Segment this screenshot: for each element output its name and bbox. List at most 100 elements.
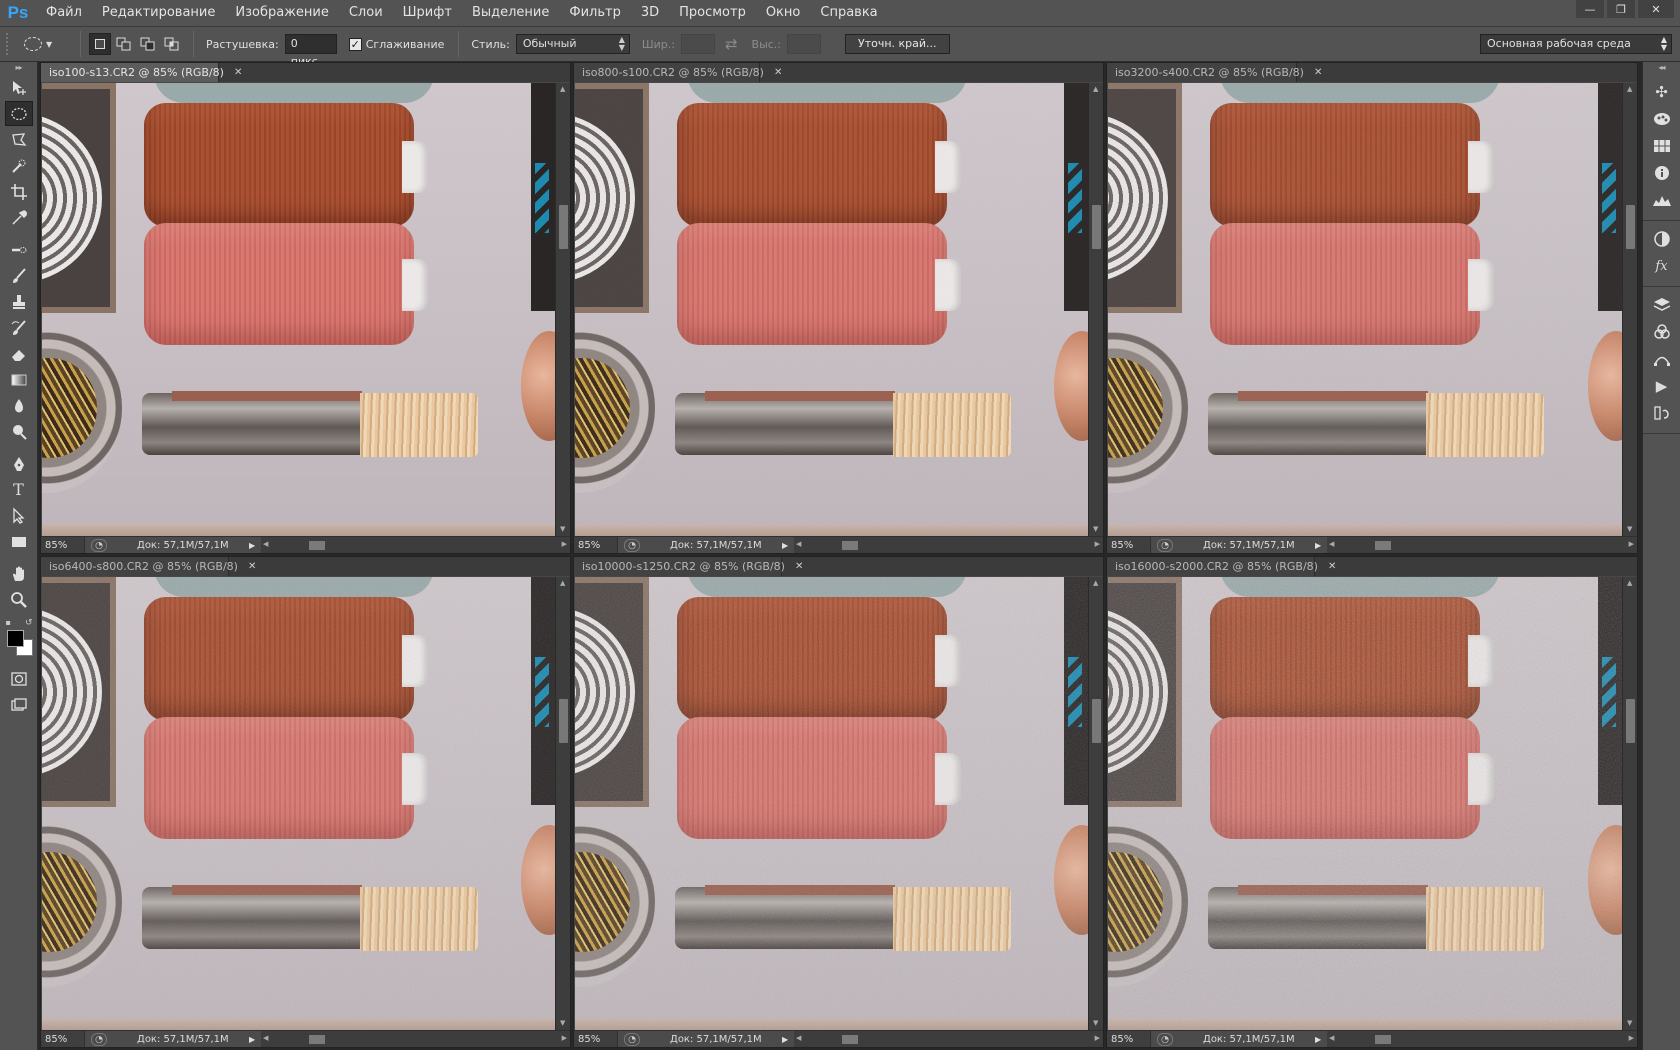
vertical-scroll-thumb[interactable] (1626, 205, 1635, 249)
path-selection-icon[interactable] (5, 503, 33, 528)
swatches-icon[interactable] (1648, 133, 1676, 159)
export-icon[interactable]: ◔ (91, 539, 107, 552)
brush-icon[interactable] (5, 263, 33, 288)
menu-layers[interactable]: Слои (339, 0, 393, 26)
zoom-level[interactable]: 85% (41, 1031, 85, 1047)
height-input[interactable] (787, 34, 822, 54)
horizontal-scroll-thumb[interactable] (309, 1035, 325, 1044)
vertical-scrollbar[interactable]: ▲ ▼ (555, 83, 570, 536)
document-tab[interactable]: iso3200-s400.CR2 @ 85% (RGB/8) ✕ (1107, 63, 1322, 82)
add-to-selection-button[interactable] (113, 33, 135, 55)
horizontal-scrollbar[interactable]: ◀ ▶ (794, 1031, 1103, 1047)
close-tab-icon[interactable]: ✕ (1328, 557, 1336, 576)
horizontal-scrollbar[interactable]: ◀ ▶ (261, 537, 570, 553)
horizontal-scrollbar[interactable]: ◀ ▶ (1327, 1031, 1637, 1047)
paths-icon[interactable] (1648, 346, 1676, 372)
tool-preset-picker[interactable]: ▼ (20, 32, 62, 56)
scroll-up-icon[interactable]: ▲ (560, 85, 565, 93)
scroll-down-icon[interactable]: ▼ (1093, 1019, 1098, 1027)
close-tab-icon[interactable]: ✕ (774, 63, 782, 82)
antialias-checkbox[interactable]: ✓ (348, 37, 362, 51)
status-menu-arrow-icon[interactable]: ▶ (1315, 541, 1327, 550)
close-button[interactable]: ✕ (1638, 0, 1674, 18)
clone-stamp-icon[interactable] (5, 289, 33, 314)
scroll-left-icon[interactable]: ◀ (1329, 540, 1334, 548)
zoom-level[interactable]: 85% (574, 537, 618, 553)
vertical-scroll-thumb[interactable] (1092, 205, 1101, 249)
spot-healing-icon[interactable] (5, 237, 33, 262)
rectangle-icon[interactable] (5, 529, 33, 554)
scroll-up-icon[interactable]: ▲ (1627, 85, 1632, 93)
scroll-up-icon[interactable]: ▲ (1627, 579, 1632, 587)
status-menu-arrow-icon[interactable]: ▶ (782, 541, 794, 550)
restore-button[interactable]: ❐ (1607, 0, 1635, 18)
vertical-scrollbar[interactable]: ▲ ▼ (1088, 577, 1103, 1030)
scroll-down-icon[interactable]: ▼ (560, 1019, 565, 1027)
scroll-left-icon[interactable]: ◀ (263, 1034, 268, 1042)
menu-help[interactable]: Справка (810, 0, 887, 26)
menu-image[interactable]: Изображение (225, 0, 338, 26)
vertical-scrollbar[interactable]: ▲ ▼ (1088, 83, 1103, 536)
menu-type[interactable]: Шрифт (393, 0, 462, 26)
export-icon[interactable]: ◔ (624, 539, 640, 552)
menu-edit[interactable]: Редактирование (92, 0, 225, 26)
scroll-left-icon[interactable]: ◀ (796, 540, 801, 548)
document-tab[interactable]: iso10000-s1250.CR2 @ 85% (RGB/8) ✕ (574, 557, 803, 576)
eraser-icon[interactable] (5, 341, 33, 366)
status-menu-arrow-icon[interactable]: ▶ (249, 1035, 261, 1044)
type-icon[interactable]: T (5, 477, 33, 502)
pen-icon[interactable] (5, 451, 33, 476)
export-icon[interactable]: ◔ (91, 1033, 107, 1046)
width-input[interactable] (680, 34, 715, 54)
scroll-right-icon[interactable]: ▶ (1629, 1034, 1634, 1042)
menu-filter[interactable]: Фильтр (559, 0, 630, 26)
styles-icon[interactable]: fx (1648, 253, 1676, 279)
color-icon[interactable] (1648, 106, 1676, 132)
menu-3d[interactable]: 3D (631, 0, 669, 26)
close-tab-icon[interactable]: ✕ (1314, 63, 1322, 82)
quick-mask-icon[interactable] (5, 666, 33, 691)
document-canvas[interactable] (42, 577, 555, 1030)
document-tab[interactable]: iso800-s100.CR2 @ 85% (RGB/8) ✕ (574, 63, 782, 82)
menu-select[interactable]: Выделение (462, 0, 559, 26)
history-icon[interactable] (1648, 400, 1676, 426)
style-select[interactable]: Обычный ▲ ▼ (515, 34, 630, 54)
status-menu-arrow-icon[interactable]: ▶ (782, 1035, 794, 1044)
scroll-down-icon[interactable]: ▼ (1093, 525, 1098, 533)
scroll-right-icon[interactable]: ▶ (562, 540, 567, 548)
document-canvas[interactable] (1108, 83, 1622, 536)
navigator-icon[interactable]: ✣ (1648, 79, 1676, 105)
crop-icon[interactable] (5, 179, 33, 204)
scroll-down-icon[interactable]: ▼ (1627, 525, 1632, 533)
document-tab[interactable]: iso100-s13.CR2 @ 85% (RGB/8) ✕ (41, 63, 242, 82)
scroll-down-icon[interactable]: ▼ (1627, 1019, 1632, 1027)
scroll-down-icon[interactable]: ▼ (560, 525, 565, 533)
info-icon[interactable] (1648, 160, 1676, 186)
close-tab-icon[interactable]: ✕ (248, 557, 256, 576)
menu-view[interactable]: Просмотр (669, 0, 756, 26)
scroll-right-icon[interactable]: ▶ (1095, 1034, 1100, 1042)
layers-icon[interactable] (1648, 292, 1676, 318)
adjustments-icon[interactable] (1648, 226, 1676, 252)
subtract-from-selection-button[interactable] (137, 33, 159, 55)
minimize-button[interactable]: — (1576, 0, 1604, 18)
expand-panels-icon[interactable]: ◂◂ (1643, 62, 1680, 74)
status-menu-arrow-icon[interactable]: ▶ (1315, 1035, 1327, 1044)
horizontal-scroll-thumb[interactable] (1375, 541, 1391, 550)
horizontal-scroll-thumb[interactable] (1375, 1035, 1391, 1044)
vertical-scrollbar[interactable]: ▲ ▼ (555, 577, 570, 1030)
document-tab[interactable]: iso16000-s2000.CR2 @ 85% (RGB/8) ✕ (1107, 557, 1336, 576)
scroll-up-icon[interactable]: ▲ (1093, 579, 1098, 587)
move-icon[interactable] (5, 75, 33, 100)
close-tab-icon[interactable]: ✕ (234, 63, 242, 82)
document-canvas[interactable] (575, 83, 1088, 536)
options-grip[interactable] (6, 33, 12, 55)
new-selection-button[interactable] (89, 33, 111, 55)
swap-dimensions-icon[interactable]: ⇄ (725, 35, 738, 53)
document-canvas[interactable] (1108, 577, 1622, 1030)
zoom-level[interactable]: 85% (574, 1031, 618, 1047)
horizontal-scroll-thumb[interactable] (842, 1035, 858, 1044)
refine-edge-button[interactable]: Уточн. край... (845, 34, 950, 54)
vertical-scroll-thumb[interactable] (559, 699, 568, 743)
scroll-left-icon[interactable]: ◀ (263, 540, 268, 548)
